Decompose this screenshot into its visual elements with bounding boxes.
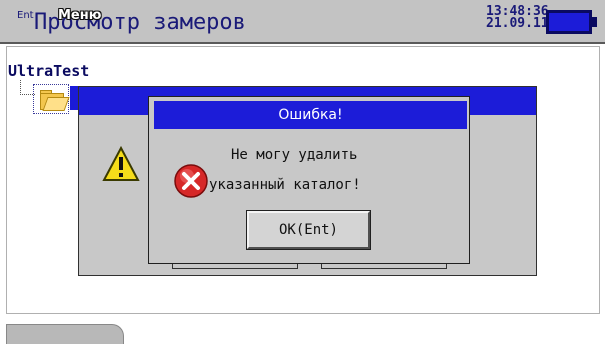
device-screen: Просмотр замеров 13:48:36 21.09.11 Ultra… xyxy=(0,0,605,344)
error-dialog: Ошибка! Не могу удалить указанный катало… xyxy=(148,96,470,264)
footer-bar xyxy=(0,318,605,344)
battery-tip xyxy=(592,17,597,27)
warning-icon xyxy=(102,145,140,181)
error-dialog-titlebar: Ошибка! xyxy=(154,101,467,129)
clock-date: 21.09.11 xyxy=(486,16,549,31)
folder-open-icon[interactable] xyxy=(33,84,70,114)
ok-button[interactable]: OK(Ent) xyxy=(246,210,371,250)
error-dialog-title: Ошибка! xyxy=(278,107,343,123)
battery-full-icon xyxy=(546,10,592,34)
tree-root-label[interactable]: UltraTest xyxy=(8,62,89,80)
softkey-ent-label: Ent xyxy=(17,10,34,21)
error-message-line1: Не могу удалить xyxy=(231,147,358,163)
menu-softkey[interactable] xyxy=(6,324,124,344)
error-x-icon xyxy=(174,164,208,198)
clock: 13:48:36 21.09.11 xyxy=(486,5,549,31)
menu-button-label[interactable]: Меню xyxy=(58,8,101,23)
tree-selection-highlight xyxy=(70,86,78,110)
error-message-line2: указанный каталог! xyxy=(209,177,361,193)
